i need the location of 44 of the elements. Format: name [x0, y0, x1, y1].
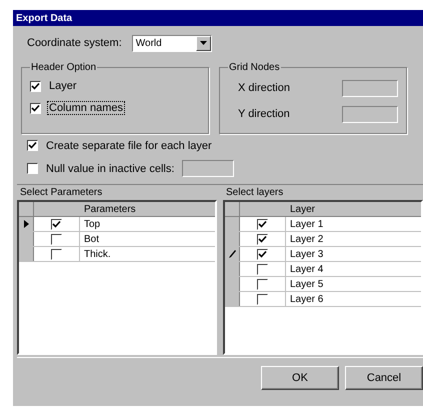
checkbox[interactable]	[257, 294, 268, 304]
checkbox[interactable]	[51, 218, 62, 230]
checkbox[interactable]	[257, 264, 268, 274]
checkbox[interactable]	[257, 234, 268, 244]
row-header[interactable]	[19, 217, 34, 231]
panel-title: Select layers	[225, 187, 284, 200]
group-title: Header Option	[30, 62, 98, 73]
checkbox[interactable]	[30, 80, 41, 92]
checkbox[interactable]	[257, 248, 268, 260]
checkbox[interactable]	[51, 248, 62, 260]
table-cell-text: Layer 6	[289, 294, 324, 304]
table-cell-text: Thick.	[83, 248, 112, 260]
checkbox[interactable]	[257, 278, 268, 290]
table-cell-text: Layer 5	[289, 278, 324, 290]
group-title: Grid Nodes	[228, 62, 281, 73]
checkbox-label[interactable]: Create separate file for each layer	[44, 138, 214, 152]
checkbox[interactable]	[27, 163, 38, 174]
table-cell-text: Layer 2	[289, 234, 324, 244]
checkbox[interactable]	[257, 218, 268, 230]
window-title: Export Data	[16, 12, 72, 24]
table-cell-text: Layer 4	[289, 264, 324, 274]
checkbox[interactable]	[51, 234, 62, 244]
table-cell-text: Bot	[83, 234, 100, 244]
row-pointer-icon	[24, 220, 28, 228]
dropdown-arrow-icon	[200, 41, 207, 45]
field-label: Coordinate system:	[27, 37, 122, 49]
checkbox-label[interactable]: Layer	[47, 79, 79, 93]
coordinate-system-dropdown[interactable]: World	[132, 34, 212, 52]
panel-title: Select Parameters	[19, 187, 104, 200]
table-cell-text: Top	[83, 218, 102, 230]
input-field[interactable]	[342, 80, 398, 96]
input-field[interactable]	[182, 160, 234, 177]
field-label: Y direction	[238, 108, 290, 120]
checkbox-label[interactable]: Null value in inactive cells:	[44, 162, 176, 176]
checkbox[interactable]	[30, 102, 41, 114]
pencil-icon	[228, 250, 236, 258]
field-label: X direction	[238, 82, 290, 94]
table-cell-text: Layer 1	[289, 218, 324, 230]
checkbox[interactable]	[27, 140, 38, 151]
table-cell-text: Layer 3	[289, 248, 324, 260]
dialog-button[interactable]: OK	[261, 366, 339, 390]
dialog-button[interactable]: Cancel	[345, 366, 423, 390]
input-field[interactable]	[342, 106, 398, 122]
checkbox-label[interactable]: Column names	[47, 101, 125, 115]
